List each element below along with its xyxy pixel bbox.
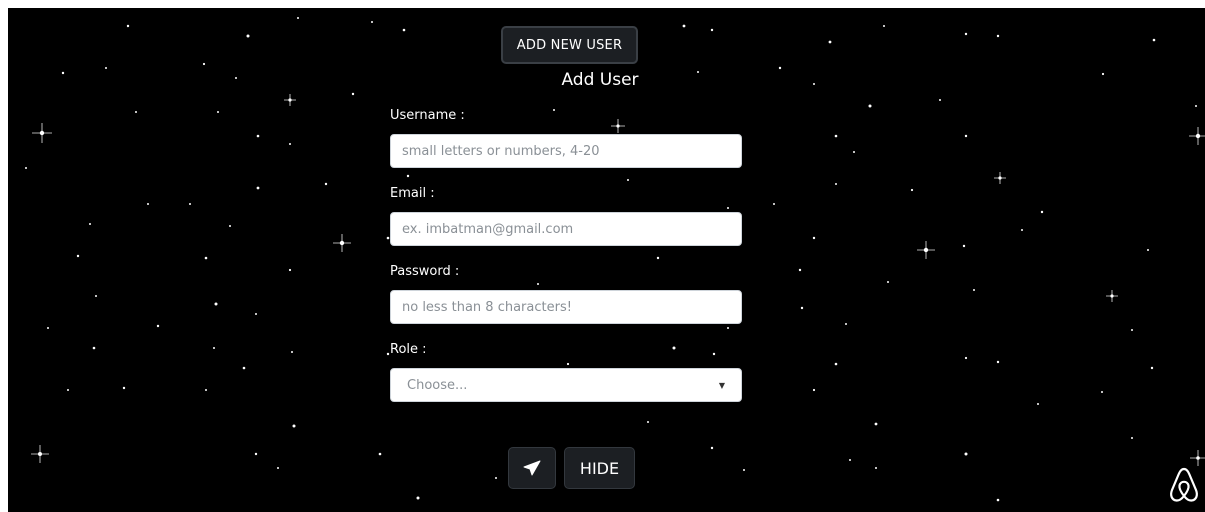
- send-button[interactable]: [508, 447, 556, 489]
- email-label: Email :: [390, 186, 435, 201]
- username-input[interactable]: [390, 134, 742, 168]
- password-input[interactable]: [390, 290, 742, 324]
- email-input[interactable]: [390, 212, 742, 246]
- form-title: Add User: [561, 70, 639, 90]
- paper-plane-icon: [523, 460, 541, 476]
- starfield-viewport: ADD NEW USER Add User Username : Email :…: [8, 8, 1205, 512]
- role-select[interactable]: Choose... ▼: [390, 368, 742, 402]
- role-select-value: Choose...: [407, 377, 468, 393]
- role-label: Role :: [390, 342, 427, 357]
- airbnb-logo-icon: [1170, 467, 1198, 502]
- username-label: Username :: [390, 108, 465, 123]
- add-new-user-button[interactable]: ADD NEW USER: [501, 26, 638, 64]
- password-label: Password :: [390, 264, 460, 279]
- hide-button[interactable]: HIDE: [564, 447, 635, 489]
- chevron-down-icon: ▼: [718, 380, 725, 390]
